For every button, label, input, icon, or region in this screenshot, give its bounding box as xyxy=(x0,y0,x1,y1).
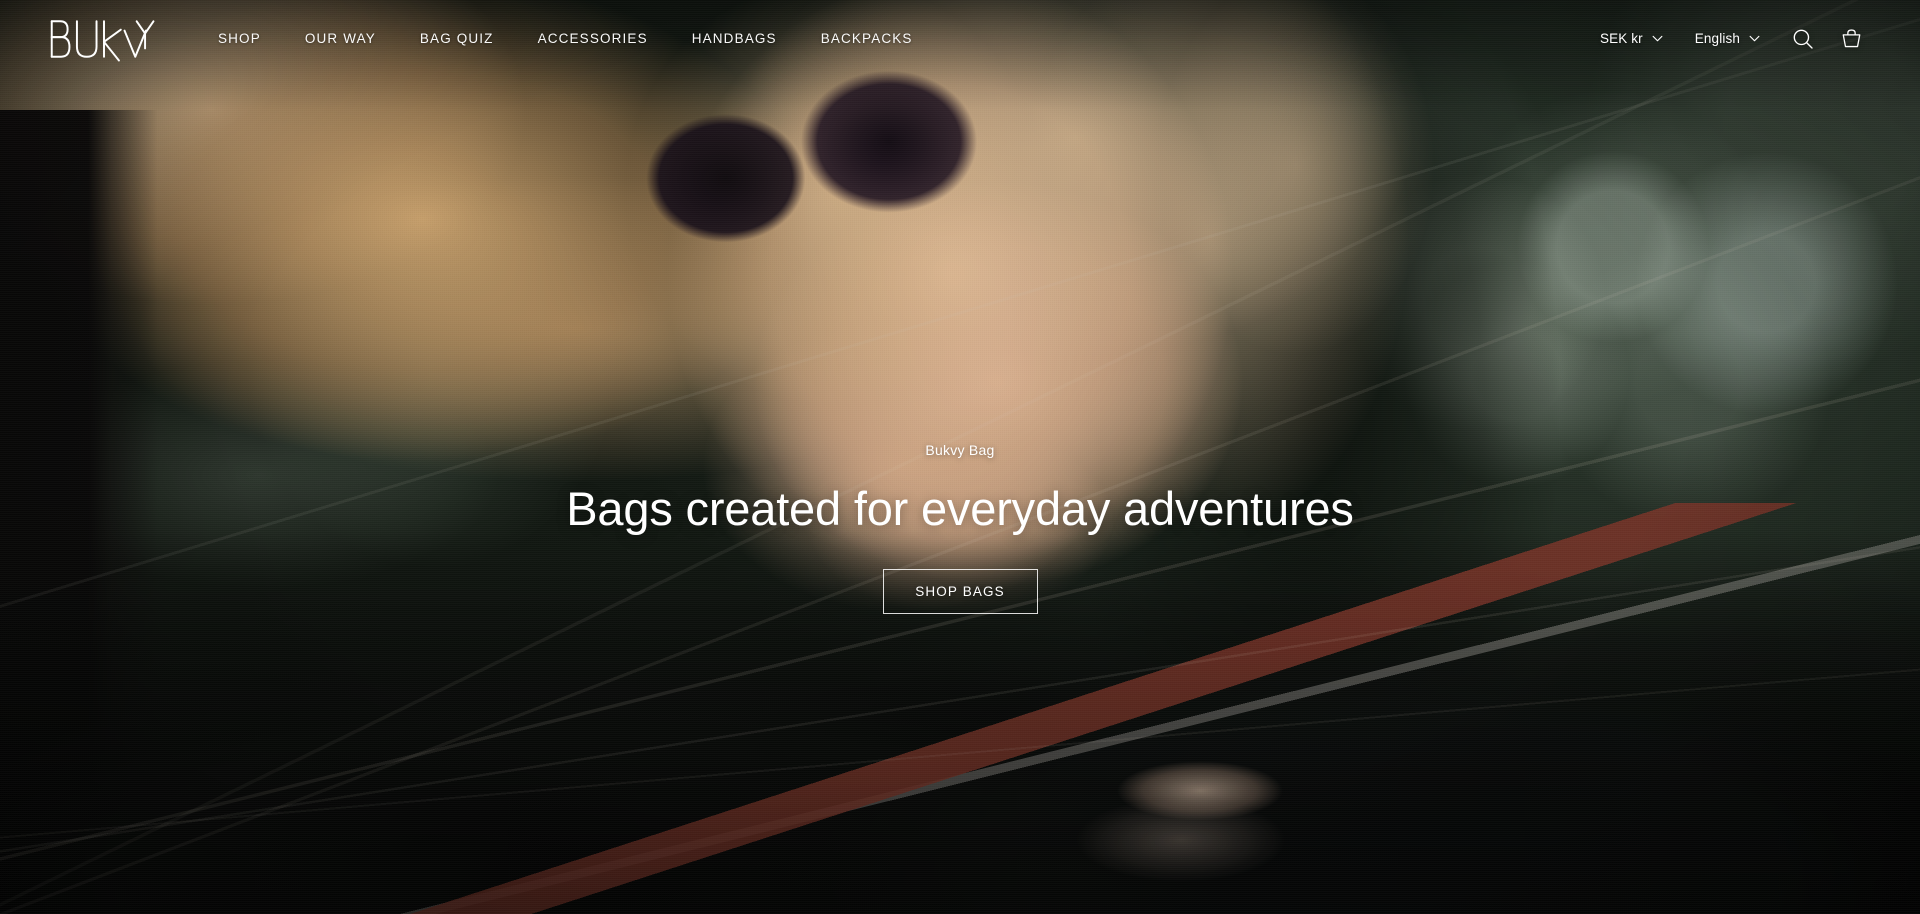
shopping-basket-icon xyxy=(1842,29,1860,48)
nav-item-backpacks[interactable]: BACKPACKS xyxy=(799,23,935,54)
brand-logo[interactable] xyxy=(48,13,160,65)
currency-selector[interactable]: SEK kr xyxy=(1584,23,1679,54)
search-icon xyxy=(1793,29,1813,49)
hero-content: Bukvy Bag Bags created for everyday adve… xyxy=(0,443,1920,614)
primary-navigation: SHOP OUR WAY BAG QUIZ ACCESSORIES HANDBA… xyxy=(196,23,935,54)
language-selector[interactable]: English xyxy=(1679,23,1776,54)
shop-bags-button[interactable]: SHOP BAGS xyxy=(882,568,1038,614)
brand-logo-icon xyxy=(50,19,155,61)
hero-section: SHOP OUR WAY BAG QUIZ ACCESSORIES HANDBA… xyxy=(0,0,1920,914)
nav-item-our-way[interactable]: OUR WAY xyxy=(283,23,398,54)
nav-item-accessories[interactable]: ACCESSORIES xyxy=(516,23,670,54)
language-selector-label: English xyxy=(1694,31,1740,46)
header-utilities: SEK kr English xyxy=(1584,18,1872,60)
search-button[interactable] xyxy=(1782,18,1824,60)
chevron-down-icon xyxy=(1749,35,1760,42)
currency-selector-label: SEK kr xyxy=(1599,31,1643,46)
site-header: SHOP OUR WAY BAG QUIZ ACCESSORIES HANDBA… xyxy=(0,0,1920,77)
chevron-down-icon xyxy=(1652,35,1663,42)
nav-item-bag-quiz[interactable]: BAG QUIZ xyxy=(398,23,516,54)
nav-item-shop[interactable]: SHOP xyxy=(196,23,283,54)
nav-item-handbags[interactable]: HANDBAGS xyxy=(670,23,799,54)
hero-headline: Bags created for everyday adventures xyxy=(566,482,1354,535)
hero-eyebrow: Bukvy Bag xyxy=(925,442,995,458)
cart-button[interactable] xyxy=(1830,18,1872,60)
